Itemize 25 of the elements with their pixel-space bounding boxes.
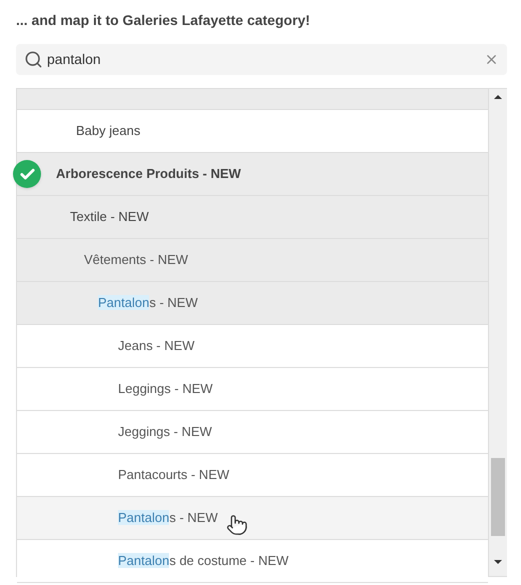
scroll-down-icon[interactable]	[494, 560, 502, 564]
tree-row[interactable]: Pantalons - NEW	[17, 497, 488, 540]
scroll-thumb[interactable]	[491, 458, 505, 536]
category-label: Jeans - NEW	[118, 337, 195, 356]
search-input[interactable]: pantalon	[47, 49, 480, 70]
tree-row[interactable]: Vêtements - NEW	[17, 239, 488, 282]
clear-button[interactable]	[484, 52, 499, 67]
scrollbar[interactable]	[489, 89, 507, 576]
search-field[interactable]: pantalon	[16, 44, 507, 75]
category-label: Pantalons - NEW	[118, 509, 218, 528]
search-icon	[24, 50, 43, 69]
category-label: Pantacourts - NEW	[118, 466, 230, 484]
category-label: Jeggings - NEW	[118, 423, 212, 442]
hand-cursor-icon	[226, 514, 248, 536]
tree-row[interactable]: Pantalons - NEW	[17, 282, 488, 325]
category-label: Pantalons - NEW	[98, 294, 198, 312]
heading: ... and map it to Galeries Lafayette category!	[16, 11, 312, 30]
category-label: Textile - NEW	[70, 208, 149, 226]
category-label: Vêtements - NEW	[84, 251, 188, 270]
category-label: Baby jeans	[76, 122, 140, 140]
category-label: Pantalons de costume - NEW	[118, 552, 289, 570]
scroll-up-icon[interactable]	[494, 95, 502, 99]
category-label: Leggings - NEW	[118, 380, 213, 398]
category-label: Arborescence Produits - NEW	[56, 165, 241, 184]
tree-row[interactable]: Textile - NEW	[17, 196, 488, 239]
